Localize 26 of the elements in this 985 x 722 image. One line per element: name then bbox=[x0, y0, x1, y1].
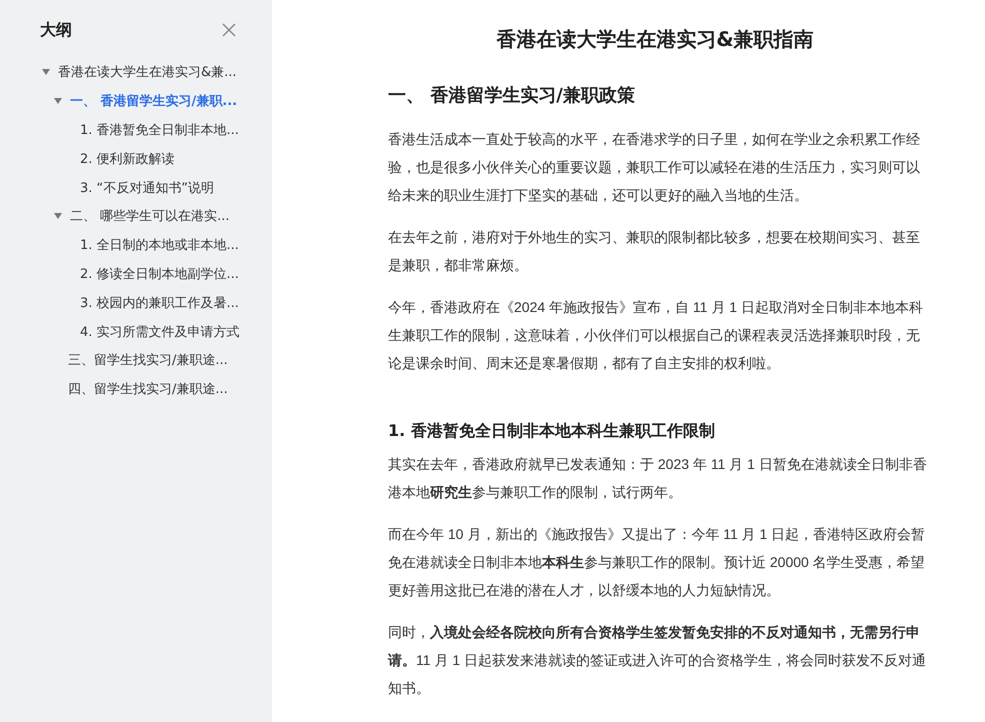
outline-item[interactable]: 4. 实习所需文件及申请方式 bbox=[80, 322, 240, 341]
outline-item[interactable]: 一、 香港留学生实习/兼职... bbox=[70, 92, 238, 110]
outline-item[interactable]: 三、留学生找实习/兼职途... bbox=[68, 351, 228, 370]
paragraph: 今年，香港政府在《2024 年施政报告》宣布，自 11 月 1 日起取消对全日制非本地本科生兼职工作的限制，这意味着，小伙伴们可以根据自己的课程表灵活选择兼职时段，无论是课余时间、周末还是寒暑假期，都有了自主安排的权利啦。 bbox=[388, 298, 924, 373]
section-heading: 一、 香港留学生实习/兼职政策 bbox=[388, 84, 636, 107]
caret-icon[interactable] bbox=[54, 98, 62, 104]
outline-item[interactable]: 2. 便利新政解读 bbox=[80, 150, 175, 168]
paragraph: 其实在去年，香港政府就早已发表通知：于 2023 年 11 月 1 日暂免在港就读全日制非香港本地研究生参与兼职工作的限制，试行两年。 bbox=[388, 455, 928, 502]
outline-item[interactable]: 香港在读大学生在港实习&兼... bbox=[58, 63, 237, 82]
outline-item[interactable]: 1. 全日制的本地或非本地... bbox=[80, 236, 239, 254]
outline-item[interactable]: 2. 修读全日制本地副学位... bbox=[80, 264, 239, 283]
close-icon[interactable] bbox=[222, 23, 236, 37]
document-title: 香港在读大学生在港实习&兼职指南 bbox=[495, 26, 815, 53]
outline-item[interactable]: 四、留学生找实习/兼职途... bbox=[68, 380, 228, 398]
paragraph: 在去年之前，港府对于外地生的实习、兼职的限制都比较多，想要在校期间实习、甚至是兼职，都非常麻烦。 bbox=[388, 228, 921, 275]
outline-item[interactable]: 3. 校园内的兼职工作及暑... bbox=[80, 294, 239, 312]
paragraph: 而在今年 10 月，新出的《施政报告》又提出了：今年 11 月 1 日起，香港特区政府会暂免在港就读全日制非本地本科生参与兼职工作的限制。预计近 20000 名学生受惠，希望更好善用这批已在港的潜在人才，以舒缓本地的人力短缺情况。 bbox=[388, 525, 926, 600]
outline-item[interactable]: 二、 哪些学生可以在港实... bbox=[70, 207, 230, 226]
subsection-heading: 1. 香港暂免全日制非本地本科生兼职工作限制 bbox=[388, 421, 716, 442]
outline-item[interactable]: 1. 香港暂免全日制非本地... bbox=[80, 120, 239, 139]
outline-title: 大纲 bbox=[40, 20, 72, 40]
paragraph: 香港生活成本一直处于较高的水平，在香港求学的日子里，如何在学业之余积累工作经验，也是很多小伙伴关心的重要议题，兼职工作可以减轻在港的生活压力，实习则可以给未来的职业生涯打下坚实的基础，还可以更好的融入当地的生活。 bbox=[388, 130, 921, 205]
paragraph: 同时，入境处会经各院校向所有合资格学生签发暂免安排的不反对通知书，无需另行申请。11 月 1 日起获发来港就读的签证或进入许可的合资格学生，将会同时获发不反对通知书。 bbox=[388, 623, 927, 698]
caret-icon[interactable] bbox=[42, 69, 50, 76]
outline-item[interactable]: 3. “不反对通知书”说明 bbox=[80, 178, 214, 197]
caret-icon[interactable] bbox=[54, 213, 62, 220]
